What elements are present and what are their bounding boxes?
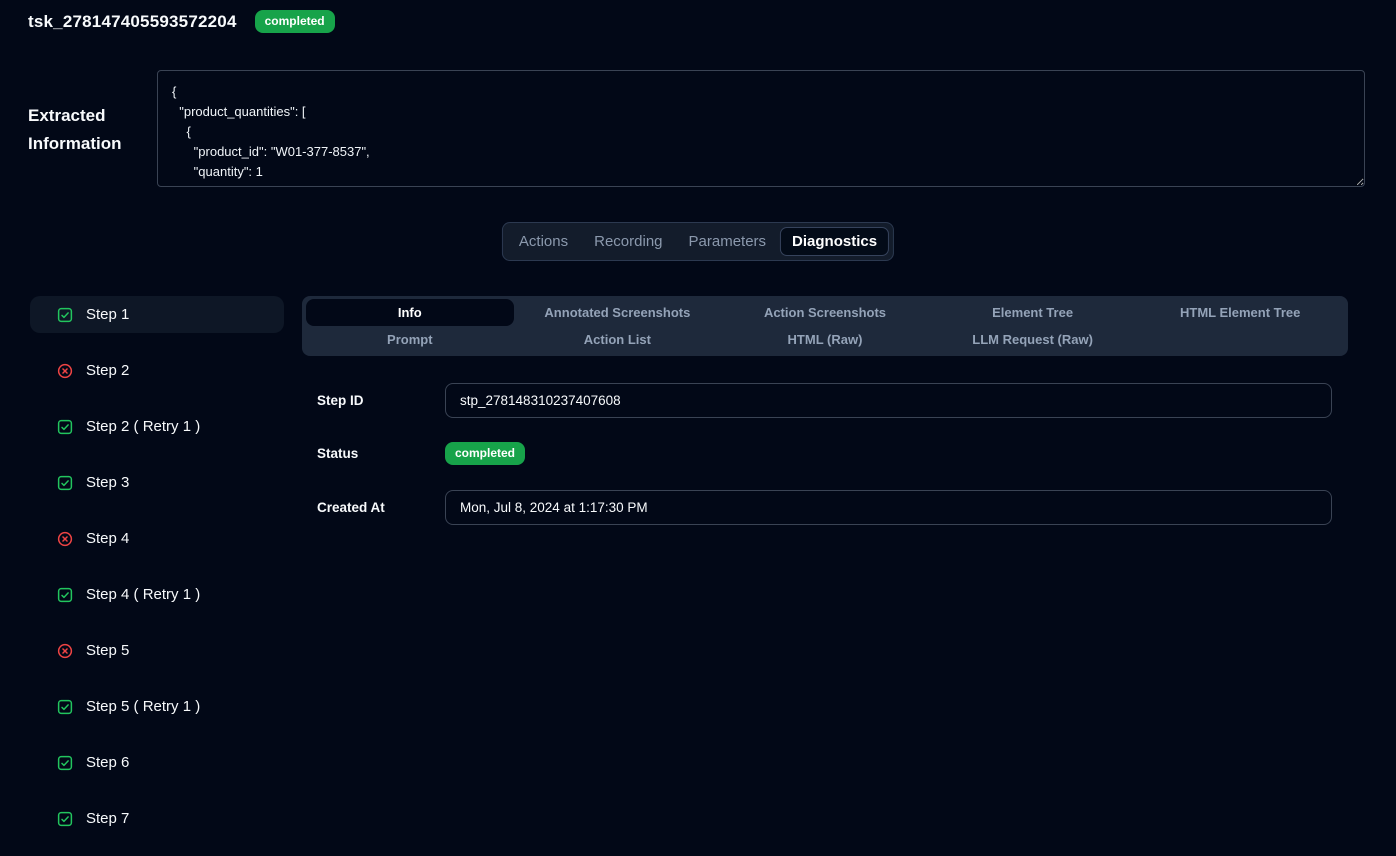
step-label: Step 2 ( Retry 1 ) xyxy=(86,418,200,435)
page-title: tsk_278147405593572204 xyxy=(28,12,237,32)
check-square-icon xyxy=(56,306,74,324)
check-square-icon xyxy=(56,586,74,604)
steps-sidebar: Step 1 Step 2 Step 2 ( Retry 1 ) Step 3 … xyxy=(30,296,284,856)
created-at-label: Created At xyxy=(302,500,445,515)
subtab-llm-request-raw[interactable]: LLM Request (Raw) xyxy=(929,326,1137,353)
check-square-icon xyxy=(56,754,74,772)
subtab-annotated-screenshots[interactable]: Annotated Screenshots xyxy=(514,299,722,326)
subtab-element-tree[interactable]: Element Tree xyxy=(929,299,1137,326)
subtab-info[interactable]: Info xyxy=(306,299,514,326)
step-label: Step 6 xyxy=(86,754,129,771)
x-circle-icon xyxy=(56,530,74,548)
x-circle-icon xyxy=(56,642,74,660)
task-header: tsk_278147405593572204 completed xyxy=(28,10,335,33)
step-label: Step 3 xyxy=(86,474,129,491)
subtab-prompt[interactable]: Prompt xyxy=(306,326,514,353)
check-square-icon xyxy=(56,418,74,436)
info-panel: Step ID Status completed Created At xyxy=(302,383,1348,525)
step-id-row: Step ID xyxy=(302,383,1348,418)
main-tabbar: Actions Recording Parameters Diagnostics xyxy=(502,222,894,261)
status-label: Status xyxy=(302,446,445,461)
step-label: Step 5 ( Retry 1 ) xyxy=(86,698,200,715)
sidebar-step-5[interactable]: Step 5 xyxy=(30,632,284,669)
tab-parameters[interactable]: Parameters xyxy=(677,227,779,256)
diagnostics-subtabs: Info Annotated Screenshots Action Screen… xyxy=(302,296,1348,356)
task-status-badge: completed xyxy=(255,10,335,33)
created-at-row: Created At xyxy=(302,490,1348,525)
sidebar-step-3[interactable]: Step 3 xyxy=(30,464,284,501)
check-square-icon xyxy=(56,474,74,492)
sidebar-step-7[interactable]: Step 7 xyxy=(30,800,284,837)
subtab-html-element-tree[interactable]: HTML Element Tree xyxy=(1136,299,1344,326)
check-square-icon xyxy=(56,698,74,716)
check-square-icon xyxy=(56,810,74,828)
extracted-information-label: Extracted Information xyxy=(28,102,132,158)
created-at-input[interactable] xyxy=(445,490,1332,525)
subtab-html-raw[interactable]: HTML (Raw) xyxy=(721,326,929,353)
step-label: Step 1 xyxy=(86,306,129,323)
step-label: Step 2 xyxy=(86,362,129,379)
x-circle-icon xyxy=(56,362,74,380)
step-label: Step 7 xyxy=(86,810,129,827)
sidebar-step-4[interactable]: Step 4 xyxy=(30,520,284,557)
extracted-information-textarea[interactable]: { "product_quantities": [ { "product_id"… xyxy=(157,70,1365,187)
sidebar-step-1[interactable]: Step 1 xyxy=(30,296,284,333)
step-id-label: Step ID xyxy=(302,393,445,408)
subtab-action-list[interactable]: Action List xyxy=(514,326,722,353)
sidebar-step-4-retry-1[interactable]: Step 4 ( Retry 1 ) xyxy=(30,576,284,613)
sidebar-step-6[interactable]: Step 6 xyxy=(30,744,284,781)
tab-recording[interactable]: Recording xyxy=(582,227,674,256)
sidebar-step-2[interactable]: Step 2 xyxy=(30,352,284,389)
sidebar-step-2-retry-1[interactable]: Step 2 ( Retry 1 ) xyxy=(30,408,284,445)
subtab-action-screenshots[interactable]: Action Screenshots xyxy=(721,299,929,326)
step-label: Step 4 xyxy=(86,530,129,547)
step-status-badge: completed xyxy=(445,442,525,465)
step-label: Step 4 ( Retry 1 ) xyxy=(86,586,200,603)
tab-diagnostics[interactable]: Diagnostics xyxy=(780,227,889,256)
diagnostics-panel: Info Annotated Screenshots Action Screen… xyxy=(302,296,1348,549)
tab-actions[interactable]: Actions xyxy=(507,227,580,256)
step-id-input[interactable] xyxy=(445,383,1332,418)
sidebar-step-5-retry-1[interactable]: Step 5 ( Retry 1 ) xyxy=(30,688,284,725)
step-label: Step 5 xyxy=(86,642,129,659)
status-row: Status completed xyxy=(302,442,1348,465)
